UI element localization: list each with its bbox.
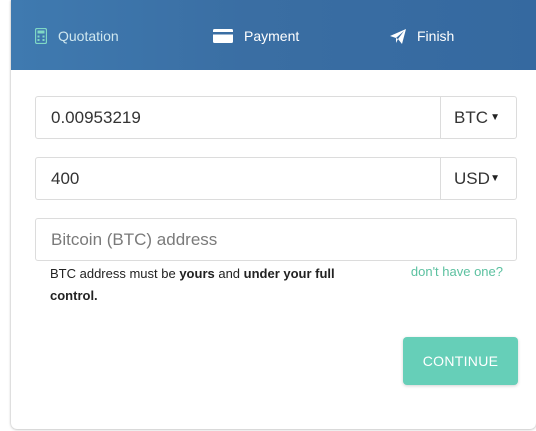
fiat-currency-select[interactable]: USD ▼	[440, 158, 516, 199]
address-note: BTC address must be yours and under your…	[50, 263, 340, 307]
calculator-icon	[35, 28, 47, 44]
step-finish-label: Finish	[417, 28, 455, 44]
crypto-currency-select[interactable]: BTC ▼	[440, 97, 516, 138]
continue-button[interactable]: CONTINUE	[403, 337, 518, 385]
fiat-amount-input[interactable]: 400	[51, 158, 79, 199]
btc-address-input[interactable]	[36, 219, 491, 260]
caret-down-icon: ▼	[490, 173, 500, 184]
step-header: Quotation Payment Finish	[11, 0, 536, 70]
crypto-currency-value: BTC	[454, 108, 488, 127]
note-prefix: BTC address must be	[50, 266, 180, 281]
fiat-amount-group: 400 USD ▼	[35, 157, 517, 200]
step-payment[interactable]: Payment	[213, 26, 299, 46]
step-finish[interactable]: Finish	[390, 26, 454, 46]
step-quotation[interactable]: Quotation	[35, 26, 119, 46]
fiat-currency-value: USD	[454, 169, 490, 188]
caret-down-icon: ▼	[490, 112, 500, 123]
note-bold-yours: yours	[179, 266, 215, 281]
step-quotation-label: Quotation	[58, 28, 119, 44]
crypto-amount-input[interactable]: 0.00953219	[51, 97, 141, 138]
step-payment-label: Payment	[244, 28, 300, 44]
crypto-amount-group: 0.00953219 BTC ▼	[35, 96, 517, 139]
credit-card-icon	[213, 29, 233, 43]
dont-have-one-link[interactable]: don't have one?	[411, 264, 503, 279]
exchange-card: Quotation Payment Finish 0.00953219 BTC …	[11, 0, 536, 429]
paper-plane-icon	[390, 28, 406, 44]
note-middle: and	[214, 266, 244, 281]
btc-address-field	[35, 218, 517, 261]
